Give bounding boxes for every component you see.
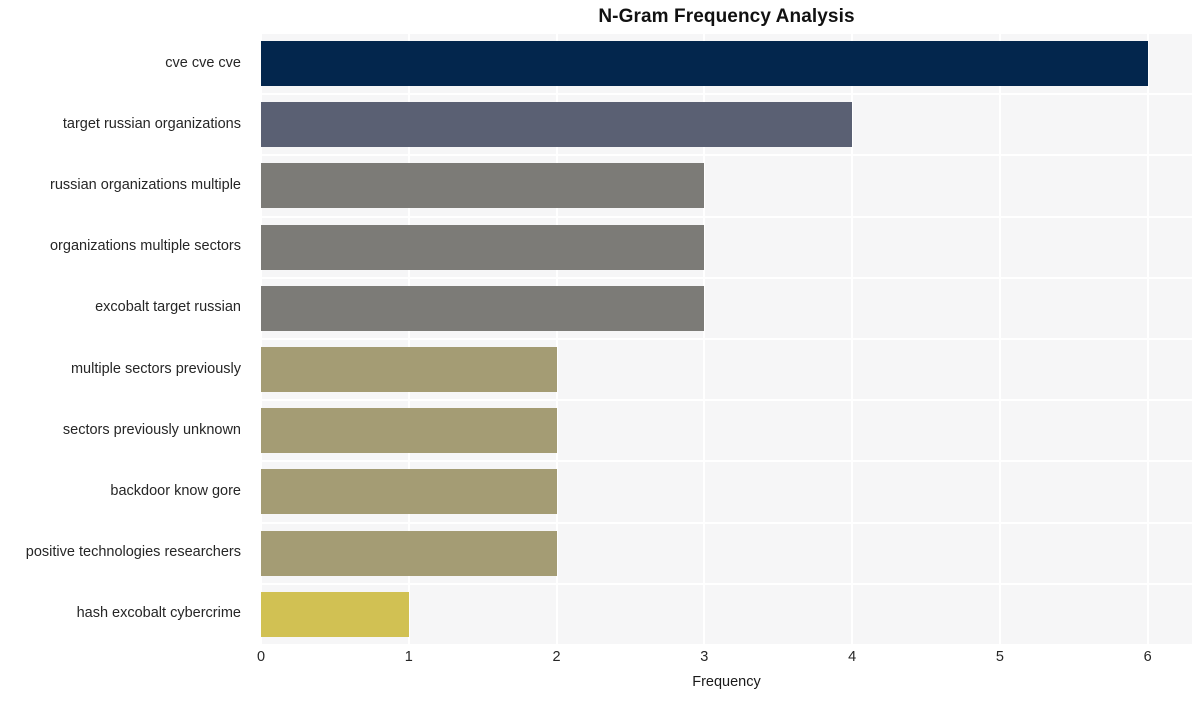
bar-row: [261, 400, 1192, 461]
bar[interactable]: [261, 285, 705, 331]
bar-row: [261, 523, 1192, 584]
y-axis-tick-label: cve cve cve: [165, 54, 241, 71]
y-axis-tick-label: positive technologies researchers: [25, 544, 241, 561]
bar[interactable]: [261, 469, 557, 515]
x-axis-tick-label: 6: [1143, 649, 1152, 665]
x-axis-tick-label: 0: [256, 649, 266, 665]
bar[interactable]: [261, 224, 705, 270]
bar-row: [261, 155, 1192, 216]
x-axis-tick-label: 4: [848, 649, 857, 665]
y-axis-tick-label: sectors previously unknown: [62, 421, 241, 438]
bar[interactable]: [261, 163, 705, 209]
x-axis-tick-label: 1: [404, 649, 413, 665]
y-axis-tick-label: organizations multiple sectors: [49, 238, 241, 255]
chart-title: N-Gram Frequency Analysis: [598, 6, 855, 27]
x-axis-label: Frequency: [692, 674, 761, 690]
plot-area: [261, 33, 1192, 645]
bar-row: [261, 339, 1192, 400]
bar[interactable]: [261, 41, 1148, 87]
y-axis-tick-label: hash excobalt cybercrime: [76, 605, 241, 622]
y-axis-tick-labels: cve cve cve target russian organizations r…: [0, 33, 251, 645]
y-axis-tick-label: russian organizations multiple: [49, 177, 241, 193]
bar-row: [261, 461, 1192, 522]
x-axis-tick-label: 3: [700, 649, 709, 665]
y-axis-tick-label: target russian organizations: [62, 115, 241, 132]
bar[interactable]: [261, 102, 853, 148]
bar[interactable]: [261, 347, 557, 393]
bar-row: [261, 278, 1192, 339]
bar-row: [261, 33, 1192, 94]
x-axis-tick-labels: 0 1 2 3 4 5 6: [257, 649, 1192, 671]
bar[interactable]: [261, 591, 409, 637]
x-axis-tick-label: 5: [995, 649, 1004, 665]
chart-figure: N-Gram Frequency Analysis cve cve cve tar…: [0, 0, 1201, 701]
x-axis-tick-label: 2: [552, 649, 561, 665]
bar-row: [261, 217, 1192, 278]
bar[interactable]: [261, 530, 557, 576]
bar-row: [261, 94, 1192, 155]
bar[interactable]: [261, 408, 557, 454]
y-axis-tick-label: backdoor know gore: [110, 483, 241, 499]
bar-row: [261, 584, 1192, 645]
y-axis-tick-label: excobalt target russian: [95, 299, 241, 316]
y-axis-tick-label: multiple sectors previously: [70, 360, 241, 377]
